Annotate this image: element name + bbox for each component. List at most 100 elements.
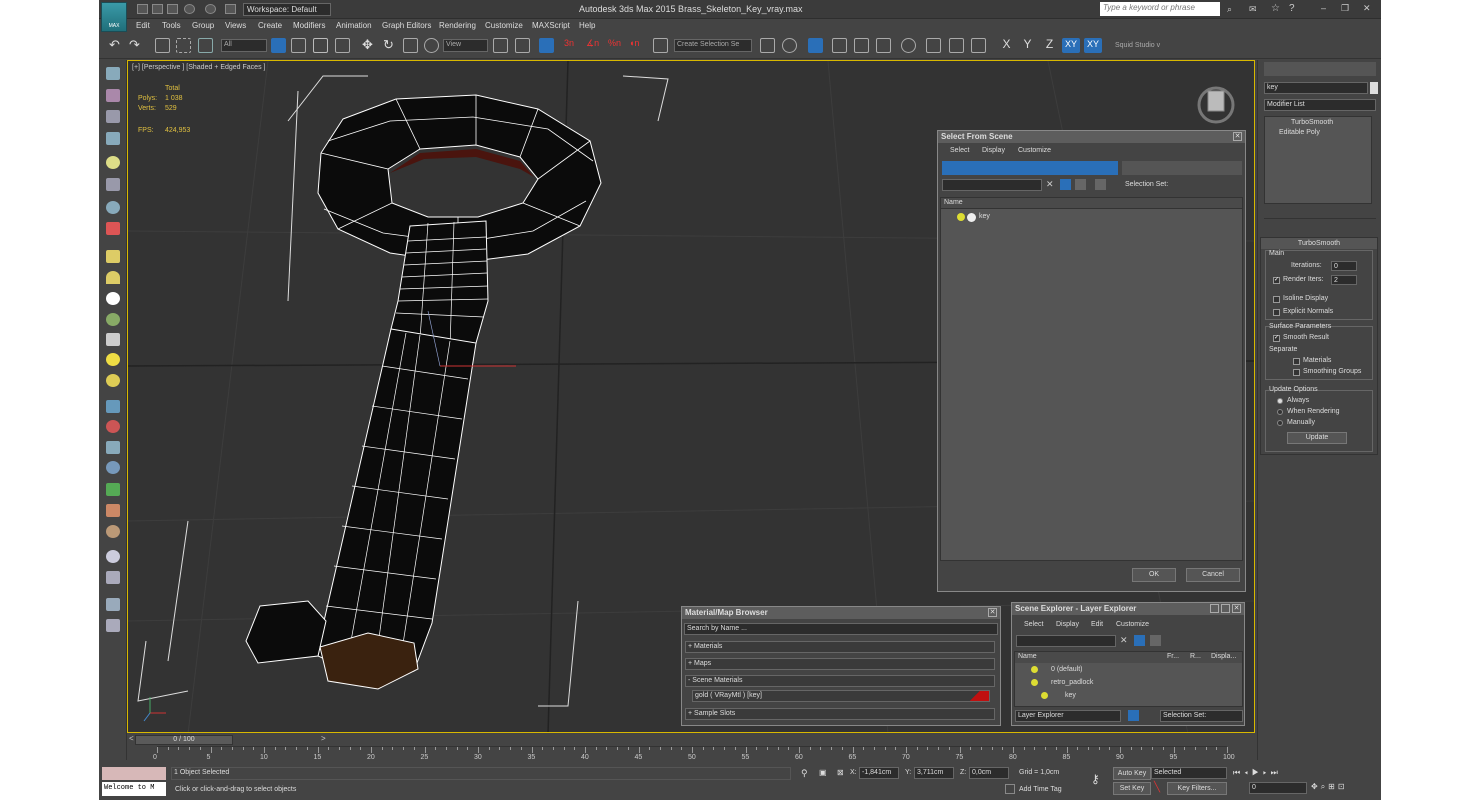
menu-select[interactable]: Select [1024,621,1043,628]
panel-tabs[interactable] [1264,62,1376,76]
isolate-icon[interactable]: ⚲ [801,768,809,778]
menu-edit[interactable]: Edit [1091,621,1103,628]
table-row[interactable]: 0 (default) [1051,666,1083,673]
light-bulb-icon[interactable] [1041,692,1048,699]
link-icon[interactable] [155,38,170,53]
sample-slots-section[interactable]: + Sample Slots [685,708,995,720]
display-toolbar[interactable] [1122,161,1242,175]
dome-icon[interactable] [106,271,120,284]
scene-materials-section[interactable]: - Scene Materials [685,675,995,687]
search-icon[interactable]: ⌕ [1227,4,1232,15]
add-time-tag-button[interactable]: Add Time Tag [1019,786,1062,793]
menu-modifiers[interactable]: Modifiers [293,21,325,30]
plant-icon[interactable] [106,313,120,326]
light-bulb-icon[interactable] [957,213,965,221]
material-editor-icon[interactable] [901,38,916,53]
rotate-icon[interactable]: ↻ [381,38,396,53]
playback-controls[interactable]: ⏮◂▶▸⏭ [1233,768,1373,780]
stack-toolbar[interactable] [1264,205,1376,219]
selection-sets-label[interactable]: Selection Set: [1125,181,1168,188]
align-icon[interactable] [782,38,797,53]
constrain-x-button[interactable]: X [999,38,1014,53]
material-item[interactable]: gold ( VRayMtl ) [key] [692,690,990,702]
maps-section[interactable]: + Maps [685,658,995,670]
redo-icon[interactable] [205,4,216,14]
key-set-dropdown[interactable]: Selected [1151,767,1227,779]
save-file-icon[interactable] [167,4,178,14]
schematic-view-icon[interactable] [876,38,891,53]
constrain-z-button[interactable]: Z [1042,38,1057,53]
isoline-checkbox[interactable] [1273,296,1280,303]
disc-icon[interactable] [106,374,120,387]
clear-icon[interactable]: ✕ [1120,635,1128,646]
project-folder-icon[interactable] [225,4,236,14]
update-button[interactable]: Update [1287,432,1347,444]
workspace-dropdown[interactable]: Workspace: Default [243,3,331,16]
menu-help[interactable]: Help [579,21,595,30]
reference-coordinate-dropdown[interactable]: View [443,39,488,52]
absolute-mode-icon[interactable]: ⊠ [837,768,845,778]
bind-spacewarp-icon[interactable] [198,38,213,53]
select-object-icon[interactable] [271,38,286,53]
box-icon[interactable] [106,89,120,102]
menu-display[interactable]: Display [982,147,1005,154]
globe-icon[interactable] [106,461,120,474]
rollout-header[interactable]: TurboSmooth [1261,238,1377,249]
light-icon[interactable] [106,156,120,169]
key-filter-icon[interactable]: ╲ [1154,782,1160,793]
minimize-icon[interactable] [1210,604,1219,613]
texture-grid-icon[interactable] [106,571,120,584]
light-bulb-icon[interactable] [1031,679,1038,686]
favorites-icon[interactable]: ☆ [1271,3,1280,14]
viewport-label[interactable]: [+] [Perspective ] [Shaded + Edged Faces… [132,64,265,71]
unlink-icon[interactable] [176,38,191,53]
render-iters-checkbox[interactable]: ✓ [1273,277,1280,284]
time-slider-next-icon[interactable]: > [321,734,329,745]
find-input[interactable] [942,179,1042,191]
open-file-icon[interactable] [152,4,163,14]
close-icon[interactable]: ✕ [988,608,997,617]
ok-button[interactable]: OK [1132,568,1176,582]
edit-named-selection-icon[interactable] [653,38,668,53]
menu-display[interactable]: Display [1056,621,1079,628]
menu-animation[interactable]: Animation [336,21,372,30]
stack-item-editable-poly[interactable]: Editable Poly [1279,129,1320,136]
helper-icon[interactable] [106,201,120,214]
layer-list[interactable]: Name Fr... R... Displa... 0 (default) re… [1014,651,1243,707]
render-sphere-icon[interactable] [106,550,120,563]
layers-icon[interactable] [1095,179,1106,190]
clear-icon[interactable]: ✕ [1046,179,1054,190]
pivot-center-icon[interactable] [493,38,508,53]
materials-checkbox[interactable] [1293,358,1300,365]
window-crossing-icon[interactable] [335,38,350,53]
selection-set-dropdown[interactable]: Selection Set: [1160,710,1243,722]
column-name[interactable]: Name [944,199,963,206]
rectangular-selection-icon[interactable] [313,38,328,53]
viewport-nav-controls[interactable]: ✥⌕⊞⊡ [1311,782,1377,794]
z-coordinate-field[interactable]: 0,0cm [969,767,1009,779]
x-coordinate-field[interactable]: -1,841cm [859,767,899,779]
materials-section[interactable]: + Materials [685,641,995,653]
studio-label[interactable]: Squid Studio v [1115,42,1160,49]
maxscript-listener[interactable] [102,767,166,780]
panel-icon[interactable] [106,619,120,632]
snaps-toggle-icon[interactable]: 3n [564,38,579,53]
find-input[interactable] [1016,635,1116,647]
toggle-ribbon-icon[interactable] [832,38,847,53]
track-bar[interactable]: 0 5 10 15 20 25 30 35 40 45 50 55 60 65 70 75 80 85 90 95 10… [153,746,1235,766]
filter-toolbar[interactable] [942,161,1118,175]
cone-icon[interactable] [106,333,120,346]
layer-stack-icon[interactable] [106,598,120,611]
list-item[interactable]: key [979,213,990,220]
menu-customize[interactable]: Customize [1116,621,1149,628]
keyboard-shortcut-override-icon[interactable] [539,38,554,53]
menu-maxscript[interactable]: MAXScript [532,21,570,30]
render-production-icon[interactable] [971,38,986,53]
lock-icon[interactable]: ▣ [819,768,827,778]
menu-create[interactable]: Create [258,21,282,30]
welcome-field[interactable]: Welcome to M [102,782,166,796]
close-icon[interactable]: ✕ [1363,3,1371,14]
layer-explorer-icon[interactable] [808,38,823,53]
mirror-icon[interactable] [760,38,775,53]
menu-rendering[interactable]: Rendering [439,21,476,30]
